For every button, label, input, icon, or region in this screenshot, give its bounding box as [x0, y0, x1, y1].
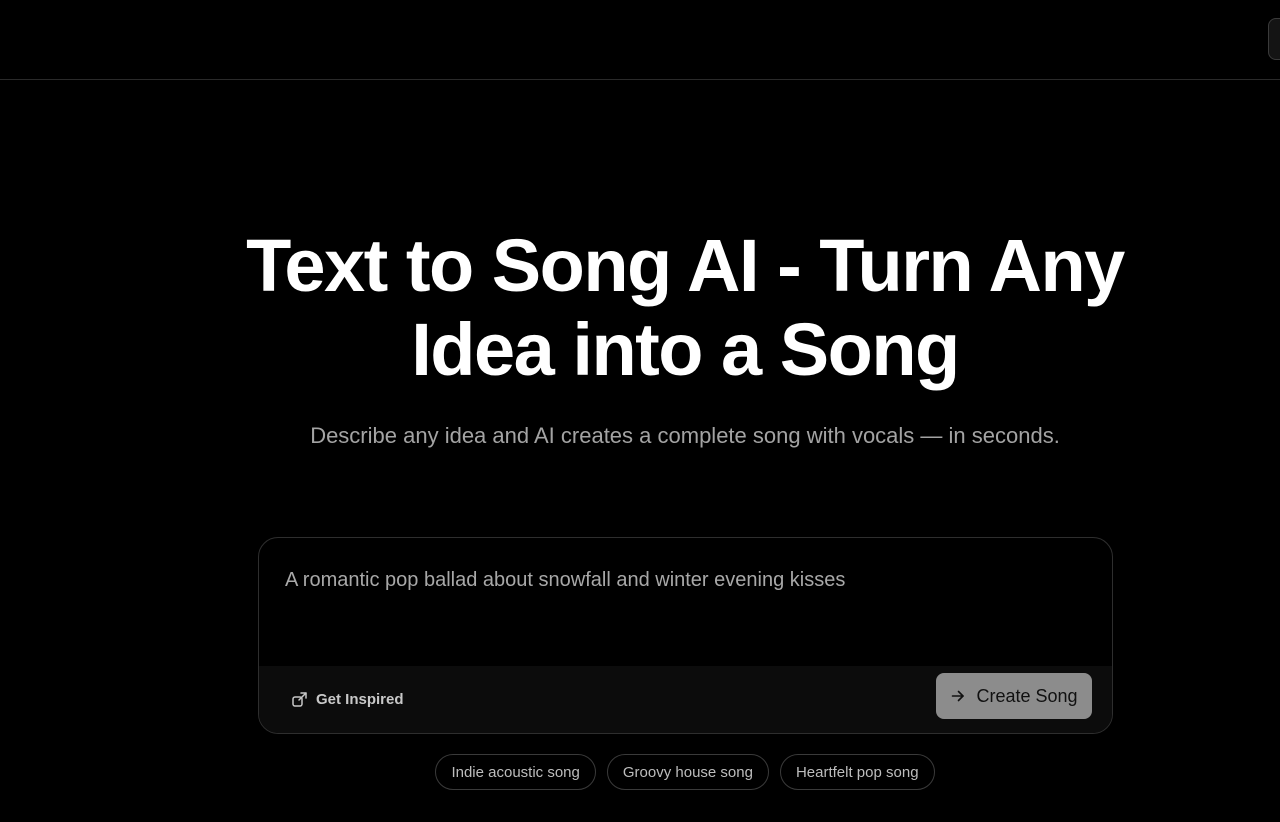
prompt-card-footer: Get Inspired Create Song: [259, 666, 1112, 733]
get-inspired-label: Get Inspired: [316, 690, 404, 708]
song-prompt-card: Get Inspired Create Song: [258, 537, 1113, 734]
get-inspired-button[interactable]: Get Inspired: [283, 685, 412, 713]
suggestion-chip-heartfelt-pop[interactable]: Heartfelt pop song: [779, 754, 935, 790]
top-navigation-bar: [0, 0, 1280, 80]
suggestion-chip-groovy-house[interactable]: Groovy house song: [606, 754, 769, 790]
create-song-label: Create Song: [976, 685, 1078, 706]
suggestion-chip-indie-acoustic[interactable]: Indie acoustic song: [435, 754, 596, 790]
suggestion-chips: Indie acoustic song Groovy house song He…: [0, 754, 1280, 790]
page-title-line-2: Idea into a Song: [411, 308, 960, 391]
menu-button[interactable]: [1268, 18, 1280, 60]
page-subtitle: Describe any idea and AI creates a compl…: [310, 423, 1060, 448]
page: Text to Song AI - Turn Any Idea into a S…: [0, 0, 1280, 822]
page-title-line-1: Text to Song AI - Turn Any: [246, 224, 1125, 307]
share-external-icon: [291, 690, 309, 708]
song-prompt-input[interactable]: [259, 538, 1112, 666]
page-title: Text to Song AI - Turn Any Idea into a S…: [160, 224, 1210, 392]
arrow-right-icon: [950, 688, 966, 704]
create-song-button[interactable]: Create Song: [936, 673, 1092, 719]
